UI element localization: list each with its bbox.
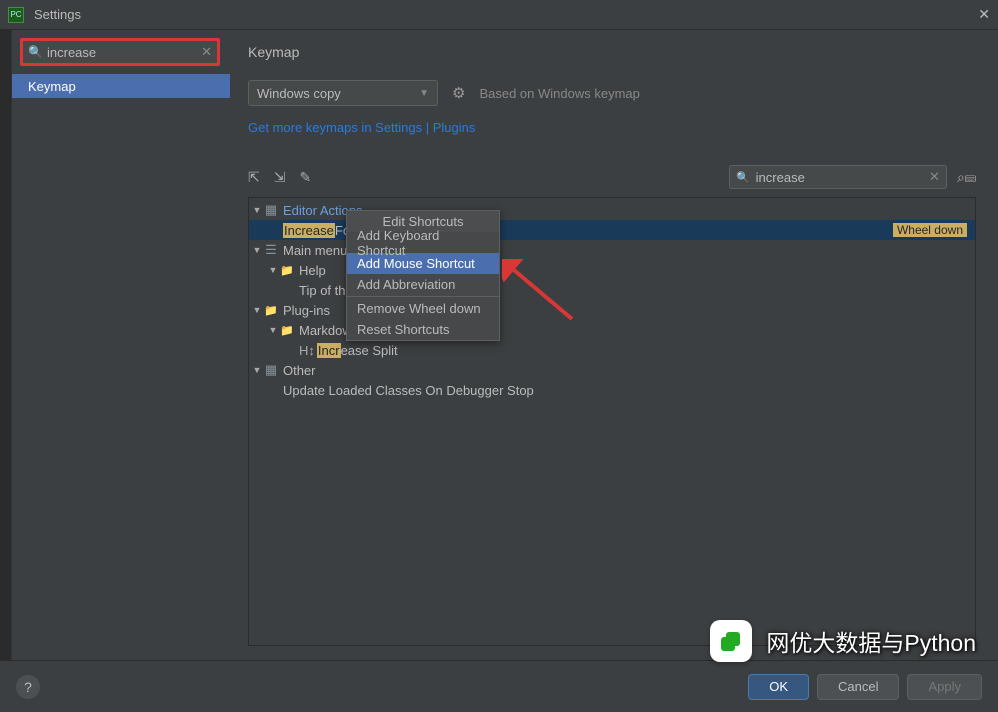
tree-group-other[interactable]: ▼▦ Other [249,360,975,380]
keymap-dropdown[interactable]: Windows copy ▼ [248,80,438,106]
page-title: Keymap [248,44,976,60]
keymap-link-row: Get more keymaps in Settings | Plugins [248,120,976,135]
chevron-down-icon: ▼ [419,88,429,99]
search-icon: 🔍 [28,45,43,59]
find-shortcut-icon[interactable]: ⌕⌨ [957,169,976,186]
tree-item-increase-split[interactable]: H↕Increase Split [249,340,975,360]
tree-item-update-loaded[interactable]: Update Loaded Classes On Debugger Stop [249,380,975,400]
close-icon[interactable]: ✕ [978,6,990,23]
sidebar-search-input[interactable]: 🔍 increase ✕ [20,38,220,66]
menu-add-abbreviation[interactable]: Add Abbreviation [347,274,499,295]
keymap-search-input[interactable]: 🔍 increase ✕ [729,165,947,189]
window-title: Settings [34,7,81,22]
app-icon: PC [8,7,24,23]
edit-icon[interactable]: ✎ [299,169,311,186]
watermark: 网优大数据与Python [710,620,976,662]
help-button[interactable]: ? [16,675,40,699]
clear-icon[interactable]: ✕ [929,169,940,185]
menu-add-keyboard-shortcut[interactable]: Add Keyboard Shortcut [347,232,499,253]
sidebar: 🔍 increase ✕ Keymap [12,30,230,660]
main-panel: Keymap Windows copy ▼ ⚙ Based on Windows… [230,30,998,660]
menu-reset-shortcuts[interactable]: Reset Shortcuts [347,319,499,340]
titlebar: PC Settings ✕ [0,0,998,30]
apply-button[interactable]: Apply [907,674,982,700]
clear-icon[interactable]: ✕ [201,44,212,60]
gear-icon[interactable]: ⚙ [452,84,465,102]
wechat-icon [710,620,752,662]
expand-all-icon[interactable]: ⇱ [248,169,260,186]
shortcut-badge: Wheel down [893,223,967,237]
search-icon: 🔍 [736,171,750,184]
sidebar-item-keymap[interactable]: Keymap [12,74,230,98]
plugins-link[interactable]: Plugins [433,120,476,135]
ok-button[interactable]: OK [748,674,809,700]
cancel-button[interactable]: Cancel [817,674,899,700]
settings-link[interactable]: Settings [375,120,422,135]
based-on-label: Based on Windows keymap [479,86,639,101]
watermark-text: 网优大数据与Python [766,624,976,658]
menu-remove-shortcut[interactable]: Remove Wheel down [347,298,499,319]
context-menu: Edit Shortcuts Add Keyboard Shortcut Add… [346,210,500,341]
footer: ? OK Cancel Apply [0,660,998,712]
left-strip [0,30,12,660]
menu-separator [347,296,499,297]
collapse-all-icon[interactable]: ⇲ [274,169,286,186]
